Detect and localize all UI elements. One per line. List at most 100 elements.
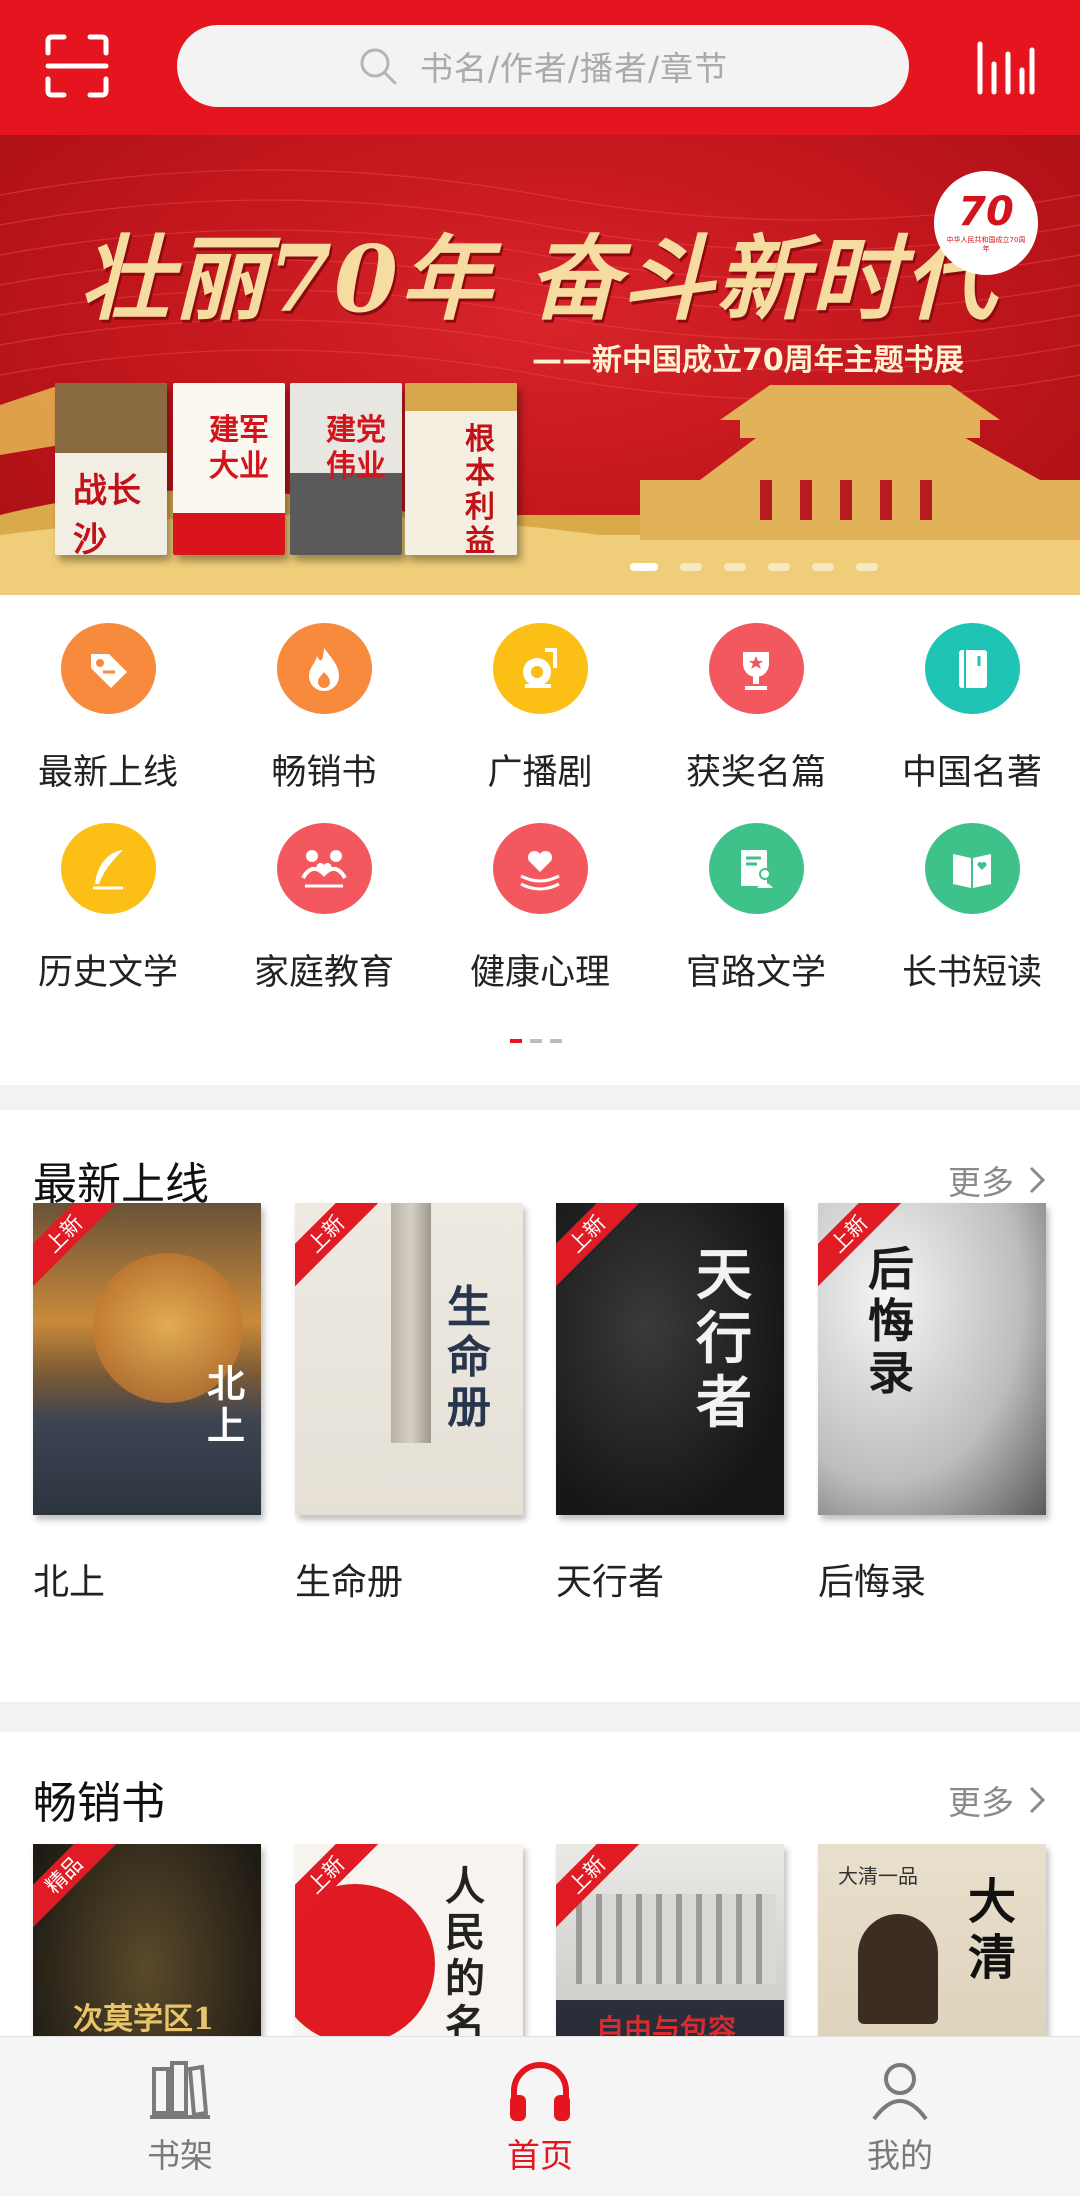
section-bestseller: 畅销书 更多 次莫学区1 精品 人民的名义 上新 自由与包容 上新 大清 大清一…: [0, 1732, 1080, 2036]
book-card[interactable]: 大清 大清一品: [818, 1844, 1046, 2036]
search-icon: [360, 48, 397, 85]
more-link[interactable]: 更多: [948, 1776, 1046, 1824]
bookshelf-icon: [150, 2061, 210, 2119]
book-cover: 天行者 上新: [556, 1203, 784, 1515]
tab-profile[interactable]: 我的: [810, 2037, 990, 2196]
premium-ribbon: 精品: [33, 1844, 121, 1932]
notebook-icon: [924, 623, 1020, 714]
pager-dot[interactable]: [680, 563, 702, 571]
tab-home[interactable]: 首页: [450, 2037, 630, 2196]
pager-dot[interactable]: [550, 1039, 562, 1043]
search-placeholder: 书名/作者/播者/章节: [419, 49, 729, 88]
badge-number: 70: [958, 189, 1014, 235]
banner-book-title: 战长沙: [73, 471, 141, 555]
book-card[interactable]: 次莫学区1 精品: [33, 1844, 261, 2036]
banner-book-4[interactable]: 根本利益: [405, 383, 517, 555]
category-label: 历史文学: [37, 953, 178, 993]
pager-dot[interactable]: [812, 563, 834, 571]
book-title: 后悔录: [818, 1562, 927, 1603]
book-cover: 生命册 上新: [295, 1203, 523, 1515]
quill-icon: [60, 823, 156, 914]
book-card[interactable]: 天行者 上新 天行者: [556, 1203, 784, 1605]
radio-drama-icon: [492, 623, 588, 714]
category-latest[interactable]: 最新上线: [0, 595, 216, 795]
banner-book-title: 根本利益: [465, 422, 495, 556]
pager-dot[interactable]: [724, 563, 746, 571]
category-label: 畅销书: [271, 753, 377, 793]
more-label: 更多: [948, 1783, 1014, 1822]
book-title: 生命册: [295, 1562, 404, 1603]
cover-title: 北上: [207, 1361, 246, 1448]
open-book-icon: [924, 823, 1020, 914]
ranking-icon[interactable]: [974, 40, 1036, 96]
family-icon: [276, 823, 372, 914]
banner-subtitle: ——新中国成立70周年主题书展: [532, 343, 964, 378]
category-label: 最新上线: [37, 753, 178, 793]
category-bestseller[interactable]: 畅销书: [216, 595, 432, 795]
trophy-icon: [708, 623, 804, 714]
new-ribbon: 上新: [295, 1203, 383, 1291]
category-history[interactable]: 历史文学: [0, 795, 216, 995]
promo-banner[interactable]: 壮丽70年 奋斗新时代 ——新中国成立70周年主题书展 70 中华人民共和国成立…: [0, 135, 1080, 595]
pager-dot[interactable]: [510, 1039, 522, 1043]
category-radio-drama[interactable]: 广播剧: [432, 595, 648, 795]
new-tag-icon: [60, 623, 156, 714]
chevron-right-icon: [1029, 1786, 1046, 1814]
search-input[interactable]: 书名/作者/播者/章节: [177, 25, 909, 107]
book-title: 天行者: [556, 1562, 665, 1603]
cover-title: 自由与包容: [596, 2013, 737, 2036]
category-health[interactable]: 健康心理: [432, 795, 648, 995]
book-cover: 次莫学区1 精品: [33, 1844, 261, 2036]
scan-icon[interactable]: [44, 33, 110, 99]
pager-dot[interactable]: [630, 563, 658, 571]
book-cover: 大清 大清一品: [818, 1844, 1046, 2036]
category-label: 家庭教育: [253, 953, 394, 993]
category-pager: [510, 1039, 562, 1043]
book-title: 北上: [33, 1562, 106, 1603]
heart-hands-icon: [492, 823, 588, 914]
banner-book-1[interactable]: 战长沙: [55, 383, 167, 555]
category-officialdom[interactable]: 官路文学: [648, 795, 864, 995]
banner-book-3[interactable]: 建党伟业: [290, 383, 402, 555]
flame-icon: [276, 623, 372, 714]
section-title: 畅销书: [33, 1778, 165, 1829]
book-card[interactable]: 自由与包容 上新: [556, 1844, 784, 2036]
cover-title: 人民的名义: [445, 1863, 485, 2037]
banner-book-title: 建军大业: [209, 413, 269, 484]
book-card[interactable]: 北上 上新 北上: [33, 1203, 261, 1605]
more-link[interactable]: 更多: [948, 1156, 1046, 1204]
cover-title: 大清一品: [838, 1864, 918, 1888]
bottom-tab-bar: 书架 首页 我的: [0, 2036, 1080, 2196]
book-card[interactable]: 生命册 上新 生命册: [295, 1203, 523, 1605]
pager-dot[interactable]: [530, 1039, 542, 1043]
tab-label: 书架: [147, 2136, 213, 2175]
category-awards[interactable]: 获奖名篇: [648, 595, 864, 795]
banner-book-2[interactable]: 建军大业: [173, 383, 285, 555]
more-label: 更多: [948, 1163, 1014, 1202]
badge-text: 中华人民共和国成立70周年: [946, 236, 1026, 253]
category-label: 官路文学: [685, 953, 826, 993]
pager-dot[interactable]: [768, 563, 790, 571]
new-ribbon: 上新: [556, 1203, 644, 1291]
category-chinese-classics[interactable]: 中国名著: [864, 595, 1080, 795]
new-ribbon: 上新: [33, 1203, 121, 1291]
banner-title: 壮丽70年 奋斗新时代: [80, 225, 999, 333]
pager-dot[interactable]: [856, 563, 878, 571]
person-icon: [872, 2063, 928, 2121]
cover-title: 天行者: [696, 1242, 752, 1436]
banner-pager: [630, 563, 878, 571]
book-card[interactable]: 后悔录 上新 后悔录: [818, 1203, 1046, 1605]
headphones-icon: [510, 2062, 570, 2121]
category-family-education[interactable]: 家庭教育: [216, 795, 432, 995]
banner-book-title: 建党伟业: [326, 413, 386, 484]
book-cover: 人民的名义 上新: [295, 1844, 523, 2036]
category-label: 中国名著: [901, 753, 1042, 793]
book-card[interactable]: 人民的名义 上新: [295, 1844, 523, 2036]
category-long-books-short[interactable]: 长书短读: [864, 795, 1080, 995]
anniversary-badge: 70 中华人民共和国成立70周年: [934, 171, 1038, 275]
tab-label: 首页: [507, 2136, 573, 2175]
book-cover: 后悔录 上新: [818, 1203, 1046, 1515]
category-label: 广播剧: [487, 753, 593, 793]
category-label: 健康心理: [469, 953, 610, 993]
tab-bookshelf[interactable]: 书架: [90, 2037, 270, 2196]
